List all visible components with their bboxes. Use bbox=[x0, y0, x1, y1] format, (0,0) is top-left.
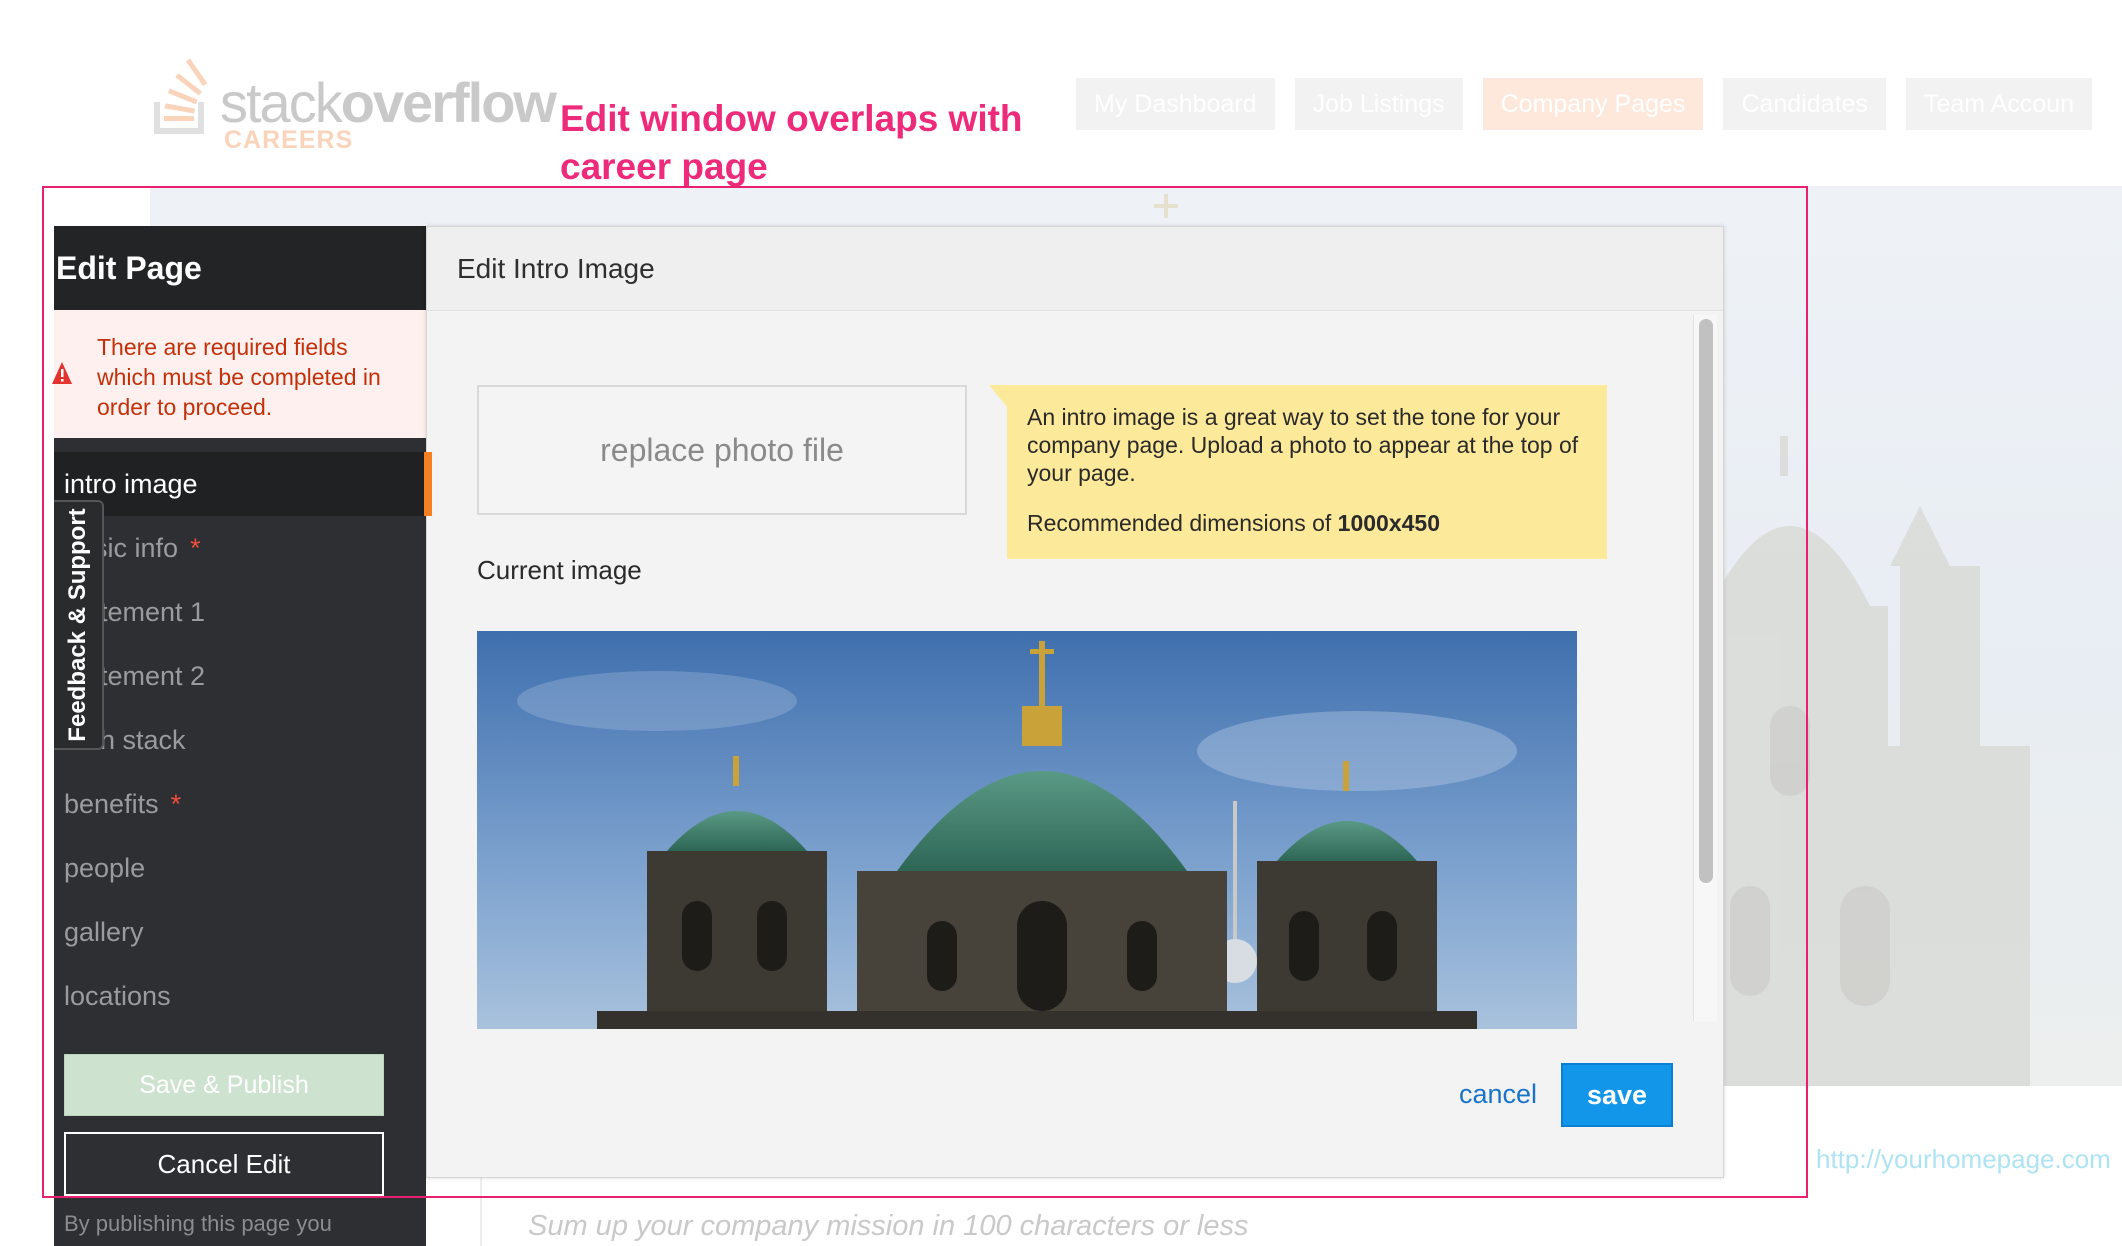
nav-my-dashboard[interactable]: My Dashboard bbox=[1076, 78, 1275, 130]
sidebar-item-tech-stack[interactable]: tech stack bbox=[54, 708, 426, 772]
cancel-edit-button[interactable]: Cancel Edit bbox=[64, 1132, 384, 1196]
dialog-footer: cancel save bbox=[427, 1029, 1723, 1177]
feedback-support-tab[interactable]: Feedback & Support bbox=[54, 500, 104, 750]
stackoverflow-careers-logo[interactable]: stackoverflow CAREERS bbox=[150, 58, 557, 158]
publish-footnote: By publishing this page you bbox=[64, 1211, 332, 1236]
current-image-label: Current image bbox=[477, 555, 642, 585]
edit-intro-image-dialog: Edit Intro Image replace photo file An i… bbox=[426, 226, 1724, 1178]
tip-dimensions: Recommended dimensions of 1000x450 bbox=[1027, 510, 1441, 536]
save-button[interactable]: save bbox=[1561, 1063, 1673, 1127]
dialog-scrollbar[interactable] bbox=[1693, 315, 1717, 1021]
tip-description: An intro image is a great way to set the… bbox=[1027, 404, 1579, 486]
nav-candidates[interactable]: Candidates bbox=[1723, 78, 1886, 130]
nav-company-pages[interactable]: Company Pages bbox=[1482, 78, 1704, 130]
edit-page-title: Edit Page bbox=[54, 226, 426, 310]
required-asterisk: * bbox=[170, 789, 182, 819]
sidebar-item-intro-image[interactable]: intro image bbox=[54, 452, 426, 516]
sidebar-item-benefits[interactable]: benefits * bbox=[54, 772, 426, 836]
scrollbar-thumb[interactable] bbox=[1699, 319, 1713, 883]
top-navigation: My Dashboard Job Listings Company Pages … bbox=[1076, 78, 2093, 130]
section-list: intro image basic info * statement 1 stat… bbox=[54, 452, 426, 1028]
stack-logo-icon bbox=[154, 58, 208, 134]
cancel-link[interactable]: cancel bbox=[1459, 1079, 1537, 1110]
feedback-support-label: Feedback & Support bbox=[64, 508, 91, 742]
error-message: There are required fields which must be … bbox=[97, 334, 381, 420]
replace-photo-button[interactable]: replace photo file bbox=[477, 385, 967, 515]
sidebar-item-statement-2[interactable]: statement 2 bbox=[54, 644, 426, 708]
nav-job-listings[interactable]: Job Listings bbox=[1294, 78, 1463, 130]
warning-icon bbox=[52, 362, 72, 384]
required-fields-error: There are required fields which must be … bbox=[52, 310, 426, 438]
mission-placeholder[interactable]: Sum up your company mission in 100 chara… bbox=[528, 1210, 1248, 1243]
current-intro-image bbox=[477, 631, 1577, 1029]
active-section-indicator bbox=[424, 452, 432, 516]
sidebar-item-basic-info[interactable]: basic info * bbox=[54, 516, 426, 580]
sidebar-item-people[interactable]: people bbox=[54, 836, 426, 900]
required-asterisk: * bbox=[190, 533, 201, 563]
save-and-publish-button[interactable]: Save & Publish bbox=[64, 1054, 384, 1116]
sidebar-item-gallery[interactable]: gallery bbox=[54, 900, 426, 964]
intro-image-tip: An intro image is a great way to set the… bbox=[989, 385, 1607, 559]
edit-page-sidebar: Edit Page There are required fields whic… bbox=[52, 226, 426, 1246]
logo-subtitle: CAREERS bbox=[224, 126, 354, 154]
dialog-body: replace photo file An intro image is a g… bbox=[427, 311, 1693, 1029]
annotation-note: Edit window overlaps with career page bbox=[560, 98, 1023, 187]
sidebar-item-locations[interactable]: locations bbox=[54, 964, 426, 1028]
homepage-link[interactable]: http://yourhomepage.com bbox=[1816, 1144, 2111, 1175]
nav-team-account[interactable]: Team Accoun bbox=[1905, 78, 2093, 130]
dialog-title: Edit Intro Image bbox=[427, 227, 1723, 311]
sidebar-item-statement-1[interactable]: statement 1 bbox=[54, 580, 426, 644]
